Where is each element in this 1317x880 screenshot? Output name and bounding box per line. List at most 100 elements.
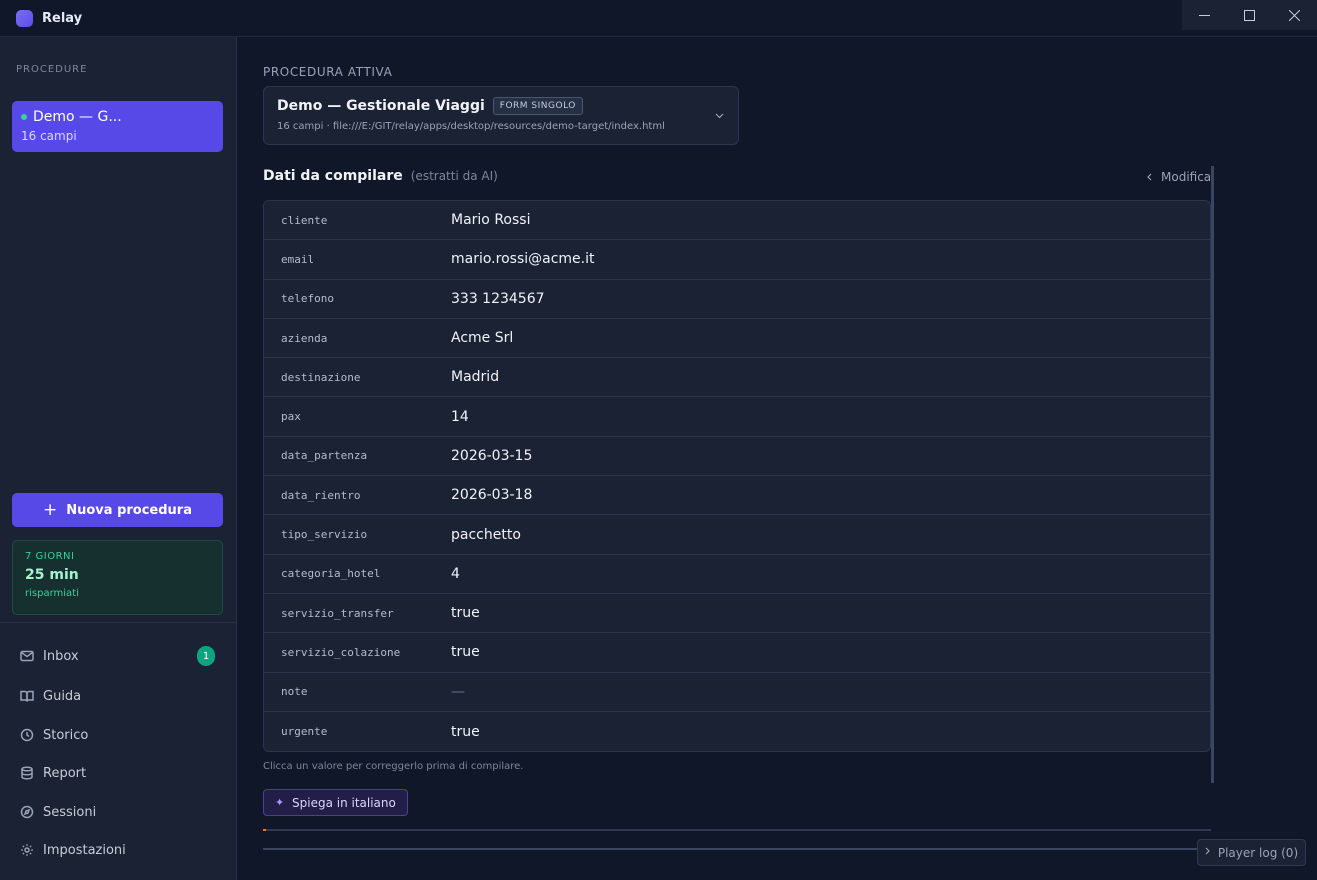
sidebar-item-sessioni[interactable]: Sessioni <box>12 796 223 828</box>
app-logo-icon <box>16 9 33 27</box>
field-value[interactable]: Madrid <box>451 369 499 385</box>
field-value[interactable]: true <box>451 605 480 621</box>
clock-icon <box>20 728 34 742</box>
field-key: azienda <box>281 331 328 345</box>
status-dot-icon <box>21 114 27 120</box>
procedure-name: Demo — Gestionale Viaggi <box>277 98 485 114</box>
field-value[interactable]: 333 1234567 <box>451 291 545 307</box>
compass-icon <box>20 805 34 819</box>
sidebar: PROCEDURE Demo — G... 16 campi + Nuova p… <box>0 37 237 880</box>
field-value[interactable]: 2026-03-15 <box>451 448 532 464</box>
sidebar-item-report[interactable]: Report <box>12 757 223 789</box>
modify-button[interactable]: Modifica <box>1147 170 1211 184</box>
table-row[interactable]: data_rientro 2026-03-18 <box>264 476 1210 516</box>
app-title: Relay <box>42 10 83 26</box>
modify-label: Modifica <box>1161 170 1212 184</box>
table-row[interactable]: pax 14 <box>264 397 1210 437</box>
explain-label: Spiega in italiano <box>292 795 396 810</box>
sidebar-procedure-item[interactable]: Demo — G... 16 campi <box>12 101 223 152</box>
field-value[interactable]: Acme Srl <box>451 330 513 346</box>
minimize-icon <box>1199 14 1210 16</box>
procedure-selector[interactable]: Demo — Gestionale Viaggi FORM SINGOLO 16… <box>263 86 739 145</box>
field-key: urgente <box>281 725 328 738</box>
sidebar-item-storico[interactable]: Storico <box>12 719 223 751</box>
field-value[interactable]: 14 <box>451 409 469 425</box>
main-content: PROCEDURA ATTIVA Demo — Gestionale Viagg… <box>237 37 1317 880</box>
chevron-left-icon <box>1147 171 1152 184</box>
plus-icon: + <box>42 500 58 520</box>
table-row[interactable]: servizio_colazione true <box>264 633 1210 673</box>
progress-accent <box>263 829 266 831</box>
mail-icon <box>20 650 34 662</box>
procedure-item-fields: 16 campi <box>21 129 77 143</box>
stats-period: 7 GIORNI <box>25 551 75 562</box>
stats-value: 25 min <box>25 567 79 583</box>
sidebar-item-label: Storico <box>43 727 89 743</box>
table-row[interactable]: tipo_servizio pacchetto <box>264 515 1210 555</box>
procedure-type-badge: FORM SINGOLO <box>492 97 583 115</box>
book-icon <box>20 690 34 702</box>
maximize-icon <box>1244 9 1255 21</box>
sidebar-item-inbox[interactable]: Inbox 1 <box>12 640 223 672</box>
database-icon <box>21 766 33 780</box>
sidebar-item-label: Guida <box>43 688 82 704</box>
field-key: tipo_servizio <box>281 528 368 542</box>
fields-table: cliente Mario Rossi email mario.rossi@acme.… <box>263 200 1211 753</box>
procedure-item-name: Demo — G... <box>33 109 122 125</box>
field-value[interactable]: Mario Rossi <box>451 212 530 228</box>
savings-stats-card: 7 GIORNI 25 min risparmiati <box>12 540 223 615</box>
field-value[interactable]: 2026-03-18 <box>451 487 532 503</box>
sparkle-icon: ✦ <box>275 796 285 809</box>
chevron-right-icon <box>1205 847 1210 858</box>
field-key: telefono <box>281 292 334 306</box>
section-subtitle: (estratti da AI) <box>410 169 498 183</box>
field-value[interactable]: mario.rossi@acme.it <box>451 251 594 267</box>
window-controls <box>1182 0 1317 30</box>
field-key: data_partenza <box>281 449 368 463</box>
sidebar-item-label: Sessioni <box>43 804 97 820</box>
divider-line <box>263 848 1198 850</box>
field-key: data_rientro <box>281 488 361 502</box>
field-value[interactable]: — <box>451 684 465 700</box>
field-key: note <box>281 685 308 699</box>
field-value[interactable]: true <box>451 644 480 660</box>
sidebar-item-guida[interactable]: Guida <box>12 680 223 712</box>
explain-button[interactable]: ✦ Spiega in italiano <box>263 789 408 816</box>
table-row[interactable]: categoria_hotel 4 <box>264 555 1210 594</box>
sidebar-heading: PROCEDURE <box>16 64 88 75</box>
table-row[interactable]: email mario.rossi@acme.it <box>264 240 1210 280</box>
table-row[interactable]: cliente Mario Rossi <box>264 201 1210 241</box>
new-procedure-button[interactable]: + Nuova procedura <box>12 493 223 527</box>
table-row[interactable]: urgente true <box>264 712 1210 751</box>
table-row[interactable]: telefono 333 1234567 <box>264 280 1210 319</box>
procedure-path: 16 campi · file:///E:/GIT/relay/apps/des… <box>277 121 665 132</box>
section-header: Dati da compilare (estratti da AI) <box>263 168 498 184</box>
table-row[interactable]: data_partenza 2026-03-15 <box>264 437 1210 477</box>
edit-hint: Clicca un valore per correggerlo prima d… <box>263 761 524 772</box>
field-value[interactable]: pacchetto <box>451 527 521 543</box>
scrollbar[interactable] <box>1211 166 1214 783</box>
field-key: servizio_colazione <box>281 645 401 659</box>
table-row[interactable]: servizio_transfer true <box>264 594 1210 634</box>
close-button[interactable] <box>1272 0 1317 30</box>
player-log-button[interactable]: Player log (0) <box>1197 839 1306 866</box>
table-row[interactable]: note — <box>264 673 1210 712</box>
field-value[interactable]: 4 <box>451 566 460 582</box>
minimize-button[interactable] <box>1182 0 1227 30</box>
field-value[interactable]: true <box>451 724 480 740</box>
field-key: servizio_transfer <box>281 606 394 620</box>
sidebar-item-label: Impostazioni <box>43 842 126 858</box>
inbox-count-badge: 1 <box>197 646 215 666</box>
field-key: destinazione <box>281 370 361 384</box>
table-row[interactable]: azienda Acme Srl <box>264 319 1210 359</box>
field-key: categoria_hotel <box>281 567 381 581</box>
player-log-label: Player log (0) <box>1217 845 1299 860</box>
gear-icon <box>21 844 33 856</box>
progress-track <box>263 829 1211 831</box>
sidebar-item-impostazioni[interactable]: Impostazioni <box>12 834 223 866</box>
maximize-button[interactable] <box>1227 0 1272 30</box>
sidebar-item-label: Inbox <box>43 648 79 664</box>
table-row[interactable]: destinazione Madrid <box>264 358 1210 398</box>
chevron-down-icon <box>715 109 724 122</box>
field-key: cliente <box>281 213 328 227</box>
